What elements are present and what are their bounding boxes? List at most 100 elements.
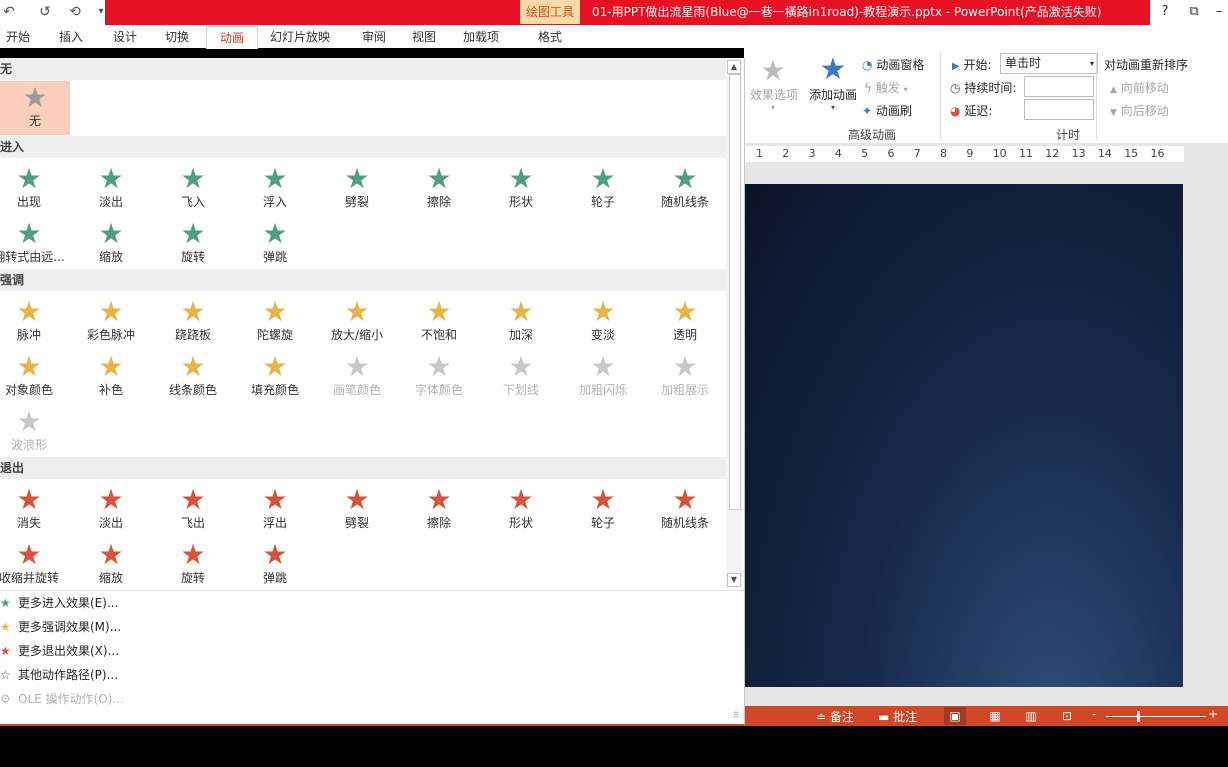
duration-spinner[interactable] xyxy=(1024,76,1094,97)
effect-item[interactable]: ★ 加粗闪烁 xyxy=(562,350,644,404)
animation-pane-button[interactable]: ◔ 动画窗格 xyxy=(862,56,924,73)
effect-options-button[interactable]: ★ 效果选项 ▾ xyxy=(750,56,798,113)
section-header-entrance: 进入 xyxy=(0,136,726,158)
more-effects-menu-item[interactable]: ★ 更多强调效果(M)... xyxy=(0,615,726,639)
scroll-up-arrow[interactable]: ▲ xyxy=(727,60,741,74)
effect-item[interactable]: ★ 画笔颜色 xyxy=(316,350,398,404)
normal-view-icon[interactable]: ▣ xyxy=(944,707,966,725)
effect-item[interactable]: ★ 形状 xyxy=(480,162,562,216)
delay-spinner[interactable] xyxy=(1024,99,1094,120)
comments-button[interactable]: ▬ 批注 xyxy=(878,708,917,725)
minimize-icon[interactable]: – xyxy=(1208,3,1228,21)
add-animation-button[interactable]: ★ 添加动画 ▾ xyxy=(808,54,858,113)
effect-item[interactable]: ★ 劈裂 xyxy=(316,483,398,537)
effect-item[interactable]: ★ 加粗展示 xyxy=(644,350,726,404)
effect-item[interactable]: ★ 波浪形 xyxy=(0,405,70,459)
effect-item[interactable]: ★ 浮入 xyxy=(234,162,316,216)
tab-5[interactable]: 幻灯片放映 xyxy=(258,26,342,48)
tab-6[interactable]: 审阅 xyxy=(352,26,396,48)
more-effects-menu-item[interactable]: ★ 更多退出效果(X)... xyxy=(0,639,726,663)
redo-icon[interactable]: ↺ xyxy=(36,3,54,21)
context-tool-label[interactable]: 绘图工具 xyxy=(520,0,580,24)
move-earlier-button[interactable]: ▲ 向前移动 xyxy=(1110,79,1169,96)
tab-2[interactable]: 设计 xyxy=(104,26,146,48)
effect-item[interactable]: ★ 随机线条 xyxy=(644,162,726,216)
effect-item[interactable]: ★ 飞入 xyxy=(152,162,234,216)
effect-item[interactable]: ★ 无 xyxy=(0,81,76,135)
scrollbar-thumb[interactable] xyxy=(729,74,741,510)
tab-8[interactable]: 加载项 xyxy=(454,26,508,48)
tab-4[interactable]: 动画 xyxy=(206,26,258,49)
effect-label: 不饱和 xyxy=(420,328,457,342)
tab-1[interactable]: 插入 xyxy=(50,26,92,48)
effect-item[interactable]: ★ 擦除 xyxy=(398,162,480,216)
tab-0[interactable]: 开始 xyxy=(0,26,36,48)
effect-item[interactable]: ★ 对象颜色 xyxy=(0,350,70,404)
effect-item[interactable]: ★ 透明 xyxy=(644,295,726,349)
effect-item[interactable]: ★ 收缩并旋转 xyxy=(0,538,70,592)
effect-item[interactable]: ★ 飞出 xyxy=(152,483,234,537)
effect-item[interactable]: ★ 劈裂 xyxy=(316,162,398,216)
effect-item[interactable]: ★ 轮子 xyxy=(562,483,644,537)
effect-item[interactable]: ★ 彩色脉冲 xyxy=(70,295,152,349)
effect-item[interactable]: ★ 跷跷板 xyxy=(152,295,234,349)
effect-item[interactable]: ★ 脉冲 xyxy=(0,295,70,349)
slide-sorter-icon[interactable]: ▦ xyxy=(984,707,1006,725)
slide-canvas[interactable] xyxy=(744,184,1183,687)
effect-item[interactable]: ★ 淡出 xyxy=(70,483,152,537)
effect-item[interactable]: ★ 陀螺旋 xyxy=(234,295,316,349)
effect-label: 随机线条 xyxy=(660,516,709,530)
effect-item[interactable]: ★ 不饱和 xyxy=(398,295,480,349)
trigger-button[interactable]: ϟ 触发 ▾ xyxy=(864,79,908,96)
effect-item[interactable]: ★ 变淡 xyxy=(562,295,644,349)
zoom-out-button[interactable]: - xyxy=(1092,707,1096,721)
effect-item[interactable]: ★ 浮出 xyxy=(234,483,316,537)
effect-item[interactable]: ★ 擦除 xyxy=(398,483,480,537)
undo-icon[interactable]: ↶ xyxy=(0,3,18,21)
tab-7[interactable]: 视图 xyxy=(402,26,446,48)
more-effects-menu-item[interactable]: ☆ 其他动作路径(P)... xyxy=(0,663,726,687)
effect-item[interactable]: ★ 缩放 xyxy=(70,217,152,271)
start-from-beginning-icon[interactable]: ⟲ xyxy=(66,3,84,21)
effect-item[interactable]: ★ 线条颜色 xyxy=(152,350,234,404)
effect-item[interactable]: ★ 消失 xyxy=(0,483,70,537)
effect-item[interactable]: ★ 出现 xyxy=(0,162,70,216)
effect-item[interactable]: ★ 淡出 xyxy=(70,162,152,216)
move-later-button[interactable]: ▼ 向后移动 xyxy=(1110,102,1169,119)
effect-item[interactable]: ★ 轮子 xyxy=(562,162,644,216)
start-select[interactable]: 单击时 ▾ xyxy=(1000,53,1098,74)
effect-item[interactable]: ★ 旋转 xyxy=(152,538,234,592)
tab-9[interactable]: 格式 xyxy=(524,26,576,48)
horizontal-ruler[interactable]: 1 2 3 4 5 6 7 8 9 10 11 12 13 14 15 16 xyxy=(744,146,1184,162)
resize-grip-icon[interactable]: ⠿ xyxy=(733,711,739,720)
animation-painter-button[interactable]: ✦ 动画刷 xyxy=(862,102,912,119)
ruler-tick-label: 13 xyxy=(1071,147,1086,160)
help-button[interactable]: ? xyxy=(1154,3,1176,21)
more-effects-menu-item[interactable]: ⚙ OLE 操作动作(O)... xyxy=(0,687,726,711)
effect-item[interactable]: ★ 翻转式由远... xyxy=(0,217,70,271)
tab-3[interactable]: 切换 xyxy=(156,26,198,48)
effect-item[interactable]: ★ 弹跳 xyxy=(234,217,316,271)
effect-label: 轮子 xyxy=(590,516,615,530)
zoom-slider-thumb[interactable] xyxy=(1137,711,1140,722)
notes-button[interactable]: ≐ 备注 xyxy=(816,708,854,725)
effect-item[interactable]: ★ 字体颜色 xyxy=(398,350,480,404)
effect-item[interactable]: ★ 补色 xyxy=(70,350,152,404)
effect-item[interactable]: ★ 弹跳 xyxy=(234,538,316,592)
more-effects-menu-item[interactable]: ★ 更多进入效果(E)... xyxy=(0,591,726,615)
effect-item[interactable]: ★ 缩放 xyxy=(70,538,152,592)
scroll-down-arrow[interactable]: ▼ xyxy=(727,573,741,587)
ribbon-display-options-icon[interactable]: ⧉ xyxy=(1183,3,1205,21)
zoom-slider-track[interactable] xyxy=(1106,716,1206,717)
menu-item-label: OLE 操作动作(O)... xyxy=(18,692,124,706)
reading-view-icon[interactable]: ▥ xyxy=(1020,707,1042,725)
slideshow-icon[interactable]: ⊡ xyxy=(1056,707,1078,725)
zoom-in-button[interactable]: + xyxy=(1208,707,1218,721)
effect-item[interactable]: ★ 随机线条 xyxy=(644,483,726,537)
effect-item[interactable]: ★ 加深 xyxy=(480,295,562,349)
effect-item[interactable]: ★ 放大/缩小 xyxy=(316,295,398,349)
effect-item[interactable]: ★ 形状 xyxy=(480,483,562,537)
effect-item[interactable]: ★ 旋转 xyxy=(152,217,234,271)
effect-item[interactable]: ★ 下划线 xyxy=(480,350,562,404)
effect-item[interactable]: ★ 填充颜色 xyxy=(234,350,316,404)
